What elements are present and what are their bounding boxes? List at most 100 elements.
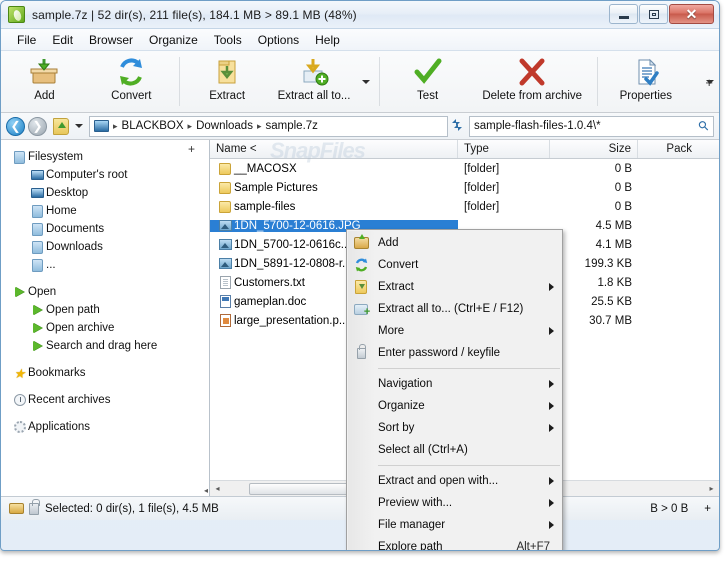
sidebar-item-documents[interactable]: Documents [1, 220, 209, 238]
breadcrumb-item-blackbox[interactable]: BLACKBOX [119, 119, 187, 133]
breadcrumb-item-archive[interactable]: sample.7z [263, 119, 321, 133]
context-menu-item-preview-with[interactable]: Preview with... [347, 492, 562, 514]
sidebar-scroll-arrow[interactable]: ◂ [204, 486, 208, 495]
clock-icon [11, 394, 28, 406]
minimize-button[interactable] [609, 4, 638, 24]
file-name-cell[interactable]: Sample Pictures [210, 182, 458, 194]
up-folder-button[interactable] [53, 118, 69, 135]
table-row[interactable]: sample-files [folder] 0 B [210, 197, 719, 216]
menu-browser[interactable]: Browser [81, 31, 141, 49]
file-name-cell[interactable]: __MACOSX [210, 163, 458, 175]
green-arrow-icon [11, 287, 28, 297]
context-menu: Add Convert Extract Extract all to... (C… [346, 229, 563, 551]
context-menu-item-explore-path[interactable]: Explore path Alt+F7 [347, 536, 562, 551]
context-menu-item-organize[interactable]: Organize [347, 395, 562, 417]
sidebar-spacer [1, 382, 209, 391]
context-menu-item-enter-password[interactable]: Enter password / keyfile [347, 342, 562, 364]
star-icon: ★ [11, 367, 28, 380]
context-menu-item-extract-all[interactable]: Extract all to... (Ctrl+E / F12) [347, 298, 562, 320]
context-menu-item-extract[interactable]: Extract [347, 276, 562, 298]
sidebar-item-desktop[interactable]: Desktop [1, 184, 209, 202]
forward-button[interactable]: ❯ [28, 117, 47, 136]
toolbar-extract-all-dropdown[interactable] [357, 51, 375, 112]
sidebar-item-computers-root[interactable]: Computer's root [1, 166, 209, 184]
menu-options[interactable]: Options [250, 31, 307, 49]
breadcrumb[interactable]: ▸ BLACKBOX ▸ Downloads ▸ sample.7z [89, 116, 448, 137]
file-name-cell[interactable]: sample-files [210, 201, 458, 213]
toolbar-convert-button[interactable]: Convert [88, 51, 175, 112]
column-header-name[interactable]: Name < [210, 140, 458, 158]
sidebar-item-open-archive[interactable]: Open archive [1, 319, 209, 337]
context-menu-item-navigation[interactable]: Navigation [347, 373, 562, 395]
file-name-label: 1DN_5891-12-0808-r... [234, 258, 352, 270]
scroll-left-arrow[interactable]: ◂ [210, 484, 225, 493]
file-name-label: 1DN_5700-12-0616.JPG [234, 220, 361, 232]
sidebar-item-search-drag[interactable]: Search and drag here [1, 337, 209, 355]
table-row[interactable]: Sample Pictures [folder] 0 B [210, 178, 719, 197]
menu-file[interactable]: File [9, 31, 44, 49]
toolbar-delete-button[interactable]: Delete from archive [471, 51, 593, 112]
context-menu-separator [378, 368, 560, 369]
menu-organize[interactable]: Organize [141, 31, 206, 49]
magnifier-icon[interactable]: ⚲ [695, 117, 713, 135]
folder-icon [216, 201, 234, 213]
submenu-arrow-icon [549, 499, 554, 507]
toolbar-add-button[interactable]: Add [1, 51, 88, 112]
menu-help[interactable]: Help [307, 31, 348, 49]
context-menu-item-sort-by[interactable]: Sort by [347, 417, 562, 439]
toolbar-plus-button[interactable]: + [705, 75, 713, 90]
breadcrumb-item-downloads[interactable]: Downloads [193, 119, 256, 133]
sidebar-item-open[interactable]: Open [1, 283, 209, 301]
maximize-icon [649, 10, 659, 19]
context-menu-item-file-manager[interactable]: File manager [347, 514, 562, 536]
sidebar-plus-button[interactable]: + [188, 142, 195, 156]
extract-folder-icon [352, 279, 370, 295]
toolbar-extract-all-button[interactable]: Extract all to... [271, 51, 358, 112]
back-button[interactable]: ❮ [6, 117, 25, 136]
close-button[interactable]: ✕ [669, 4, 714, 24]
maximize-button[interactable] [639, 4, 668, 24]
refresh-icon[interactable] [448, 117, 466, 136]
convert-icon [116, 57, 146, 87]
image-icon [216, 220, 234, 231]
history-dropdown-icon[interactable] [75, 124, 83, 128]
sidebar-item-more[interactable]: ... [1, 256, 209, 274]
context-menu-item-extract-open-with[interactable]: Extract and open with... [347, 470, 562, 492]
column-header-size[interactable]: Size [550, 140, 638, 158]
sidebar-item-home[interactable]: Home [1, 202, 209, 220]
toolbar-extract-button[interactable]: Extract [184, 51, 271, 112]
search-input[interactable] [474, 120, 699, 132]
sidebar-item-filesystem[interactable]: Filesystem [1, 148, 209, 166]
search-box[interactable]: ⚲ [469, 116, 714, 137]
status-plus-button[interactable]: + [704, 503, 711, 515]
context-menu-item-convert[interactable]: Convert [347, 254, 562, 276]
context-menu-item-select-all[interactable]: Select all (Ctrl+A) [347, 439, 562, 461]
toolbar: Add Convert Extract [1, 51, 719, 113]
context-menu-item-more[interactable]: More [347, 320, 562, 342]
scroll-right-arrow[interactable]: ▸ [704, 484, 719, 493]
monitor-icon [29, 188, 46, 198]
sidebar-item-bookmarks[interactable]: ★ Bookmarks [1, 364, 209, 382]
sidebar-item-applications[interactable]: Applications [1, 418, 209, 436]
column-header-pack[interactable]: Pack [638, 140, 698, 158]
sidebar-item-label: Documents [46, 223, 104, 235]
window-title: sample.7z | 52 dir(s), 211 file(s), 184.… [32, 8, 357, 22]
context-menu-item-add[interactable]: Add [347, 232, 562, 254]
folder-icon [11, 151, 28, 164]
menu-edit[interactable]: Edit [44, 31, 81, 49]
table-row[interactable]: __MACOSX [folder] 0 B [210, 159, 719, 178]
folder-icon [29, 259, 46, 272]
app-icon [8, 6, 25, 23]
window-buttons: ✕ [608, 4, 714, 24]
menu-tools[interactable]: Tools [206, 31, 250, 49]
status-right-text: B > 0 B [650, 503, 688, 515]
file-name-label: gameplan.doc [234, 296, 306, 308]
toolbar-test-button[interactable]: Test [384, 51, 471, 112]
sidebar-item-recent-archives[interactable]: Recent archives [1, 391, 209, 409]
column-header-type[interactable]: Type [458, 140, 550, 158]
file-name-label: Customers.txt [234, 277, 305, 289]
context-menu-item-label: Organize [378, 400, 425, 412]
sidebar-item-downloads[interactable]: Downloads [1, 238, 209, 256]
toolbar-properties-button[interactable]: Properties [602, 51, 689, 112]
sidebar-item-open-path[interactable]: Open path [1, 301, 209, 319]
